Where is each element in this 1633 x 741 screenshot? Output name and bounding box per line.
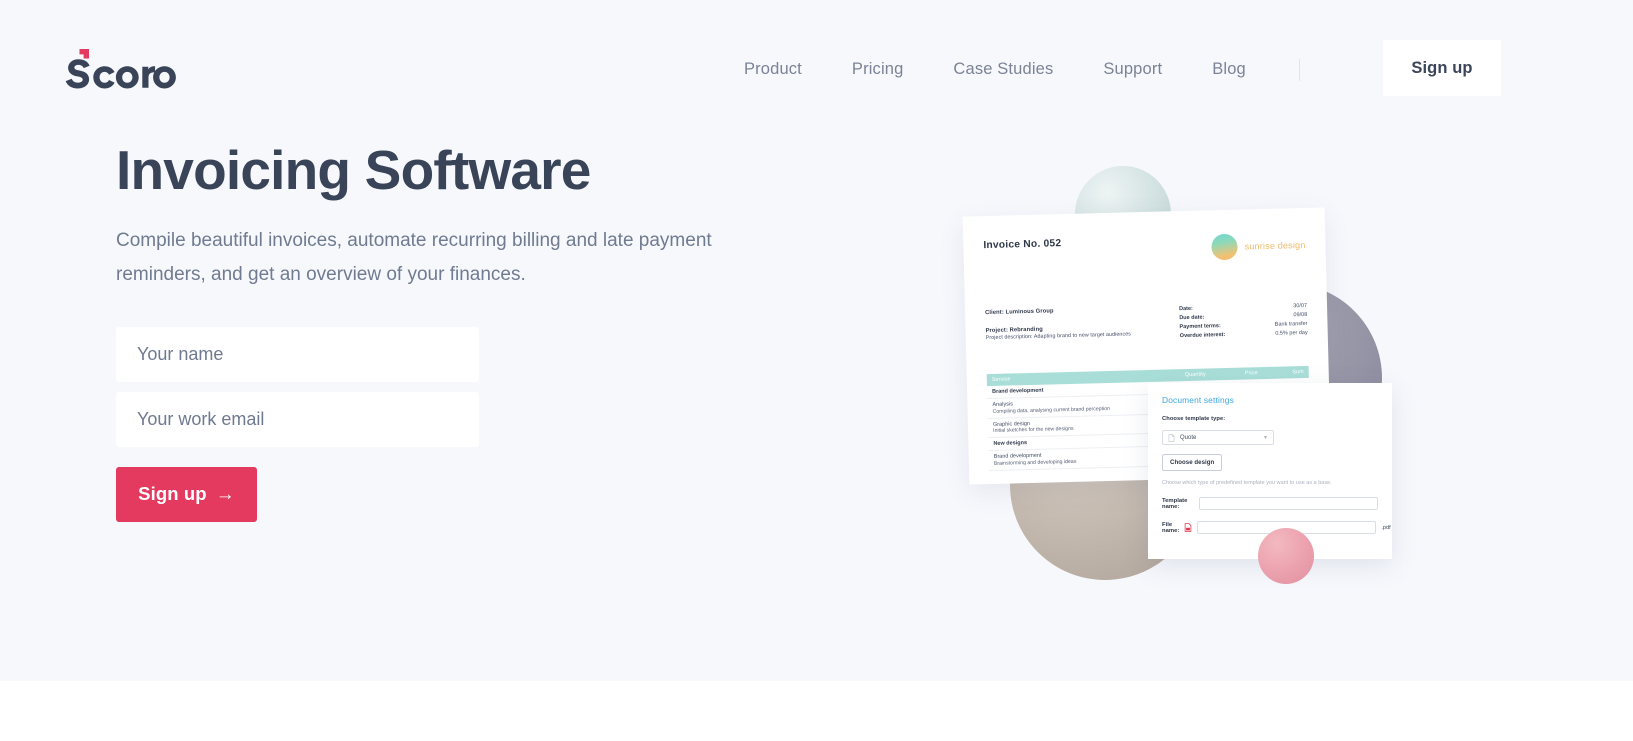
column-header-sum: Sum xyxy=(1292,369,1304,376)
invoice-meta-value: 0.5% per day xyxy=(1275,329,1308,337)
below-fold-area xyxy=(0,681,1633,741)
choose-design-button[interactable]: Choose design xyxy=(1162,454,1223,471)
nav-divider xyxy=(1298,58,1300,81)
hero-subtitle: Compile beautiful invoices, automate rec… xyxy=(116,229,712,286)
nav-item-pricing[interactable]: Pricing xyxy=(827,52,929,87)
template-type-select[interactable]: Quote ▼ xyxy=(1162,430,1274,445)
column-header-price: Price xyxy=(1244,370,1258,377)
pdf-file-icon xyxy=(1185,523,1192,532)
main-navigation: Product Pricing Case Studies Support Blo… xyxy=(744,52,1320,87)
site-header: Product Pricing Case Studies Support Blo… xyxy=(0,0,1633,136)
invoice-meta-row: Overdue interest: 0.5% per day xyxy=(1180,329,1308,341)
hero-content: Invoicing Software Compile beautiful inv… xyxy=(116,139,816,522)
file-name-label: File name: xyxy=(1162,521,1180,534)
signup-submit-button[interactable]: Sign up → xyxy=(116,466,257,522)
sunrise-logo-label: sunrise design xyxy=(1244,239,1306,252)
hero-illustration: Invoice No. 052 sunrise design Client: L… xyxy=(940,120,1500,640)
invoice-meta-value: 30/07 xyxy=(1293,302,1308,310)
column-header-service: Service xyxy=(991,376,1011,383)
column-header-quantity: Quantity xyxy=(1184,371,1206,379)
hero-section: Product Pricing Case Studies Support Blo… xyxy=(0,0,1633,681)
arrow-right-icon: → xyxy=(215,483,235,505)
invoice-meta-value: 09/08 xyxy=(1293,311,1308,319)
invoice-meta-key: Overdue interest: xyxy=(1179,331,1226,339)
scoro-logo[interactable] xyxy=(64,47,176,89)
chevron-down-icon: ▼ xyxy=(1263,434,1268,441)
nav-item-support[interactable]: Support xyxy=(1078,52,1187,87)
document-icon xyxy=(1168,433,1175,442)
nav-item-blog[interactable]: Blog xyxy=(1187,52,1271,87)
template-name-input[interactable] xyxy=(1199,497,1378,510)
sunrise-logo-icon xyxy=(1211,233,1239,261)
template-type-value: Quote xyxy=(1180,434,1197,441)
panel-title: Document settings xyxy=(1162,395,1234,405)
header-signup-button[interactable]: Sign up xyxy=(1383,40,1501,96)
signup-submit-label: Sign up xyxy=(138,483,207,505)
invoice-meta: Client: Luminous Group Project: Rebrandi… xyxy=(985,302,1308,346)
template-name-label: Template name: xyxy=(1162,497,1188,510)
file-extension-label: .pdf xyxy=(1381,524,1391,531)
template-hint-text: Choose which type of predefined template… xyxy=(1162,480,1332,486)
template-name-row: Template name: xyxy=(1162,497,1378,510)
template-type-label: Choose template type: xyxy=(1162,416,1226,422)
decorative-sphere-pink xyxy=(1258,528,1314,584)
invoice-meta-key: Date: xyxy=(1179,305,1193,313)
name-input[interactable] xyxy=(116,326,479,382)
nav-item-case-studies[interactable]: Case Studies xyxy=(928,52,1078,87)
invoice-client-logo: sunrise design xyxy=(1211,232,1306,261)
nav-item-product[interactable]: Product xyxy=(744,52,827,87)
page-title: Invoicing Software xyxy=(116,139,591,201)
email-input[interactable] xyxy=(116,391,479,447)
